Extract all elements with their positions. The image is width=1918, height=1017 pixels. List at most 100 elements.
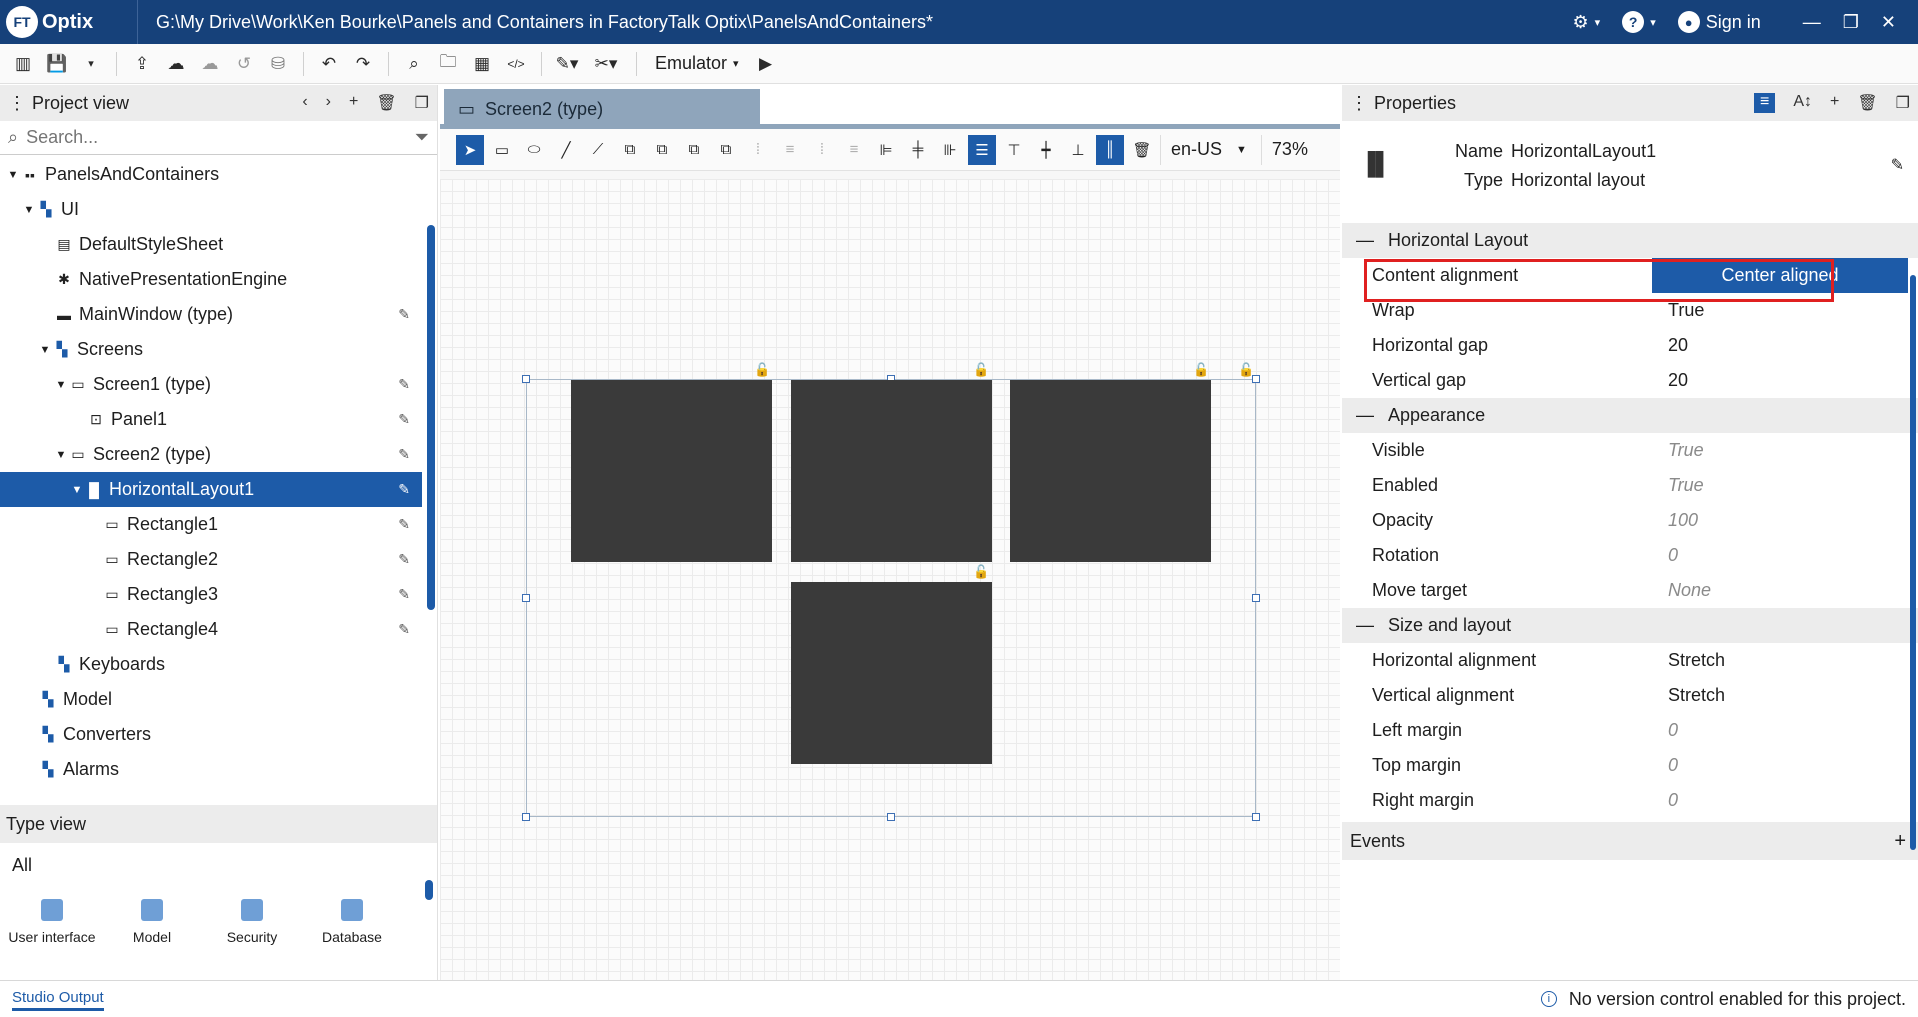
sign-in-button[interactable]: ● Sign in [1677, 11, 1761, 33]
rectangle3-shape[interactable] [1010, 380, 1211, 562]
prop-value[interactable]: True [1652, 440, 1918, 461]
help-menu[interactable]: ? ▾ [1622, 11, 1656, 33]
open-folder-button[interactable]: 🗀 [433, 49, 463, 79]
list-view-icon[interactable]: ≡ [1753, 93, 1776, 113]
collapse-icon[interactable]: — [1356, 405, 1374, 426]
rectangle1-shape[interactable] [571, 380, 772, 562]
prop-value[interactable]: Stretch [1652, 685, 1918, 706]
delete-tool[interactable]: 🗑 [1128, 135, 1156, 165]
undock-icon[interactable]: ❐ [1896, 93, 1910, 113]
section-size-and-layout[interactable]: — Size and layout [1342, 608, 1918, 643]
drag-handle-icon[interactable]: ⋮ [8, 93, 26, 114]
back-icon[interactable]: ‹ [302, 93, 307, 113]
type-view-filter[interactable]: All [0, 843, 437, 887]
line-tool[interactable]: ╱ [552, 135, 580, 165]
tree-item-defaultstylesheet[interactable]: ▤ DefaultStyleSheet [0, 227, 422, 262]
prop-value[interactable]: 0 [1652, 720, 1918, 741]
section-appearance[interactable]: — Appearance [1342, 398, 1918, 433]
unlock-icon[interactable]: 🔓 [754, 363, 770, 377]
prop-value[interactable]: Stretch [1652, 650, 1918, 671]
collapse-icon[interactable]: — [1356, 230, 1374, 251]
distribute-h-tool[interactable]: ⁞ [744, 135, 772, 165]
search-input[interactable] [26, 127, 407, 148]
library-button[interactable]: ▦ [467, 49, 497, 79]
edit-icon[interactable]: ✎ [398, 551, 410, 568]
save-menu-button[interactable]: ▾ [76, 49, 106, 79]
restore-button[interactable]: ❐ [1843, 12, 1859, 33]
undock-icon[interactable]: ❐ [415, 93, 429, 113]
edit-icon[interactable]: ✎ [398, 411, 410, 428]
type-view-scrollbar[interactable] [425, 880, 433, 900]
prop-horizontal-gap[interactable]: Horizontal gap 20 [1342, 328, 1918, 363]
unlock-icon[interactable]: 🔓 [1238, 363, 1254, 377]
add-event-icon[interactable]: + [1894, 830, 1906, 853]
resize-handle[interactable] [522, 375, 530, 383]
tree-item-horizontallayout1[interactable]: ▼ ▐▌ HorizontalLayout1 ✎ [0, 472, 422, 507]
prop-value[interactable]: True [1652, 475, 1918, 496]
minimize-button[interactable]: — [1803, 12, 1821, 33]
edit-icon[interactable]: ✎ [398, 306, 410, 323]
rectangle4-shape[interactable] [791, 582, 992, 764]
resize-handle[interactable] [1252, 813, 1260, 821]
collapse-icon[interactable]: — [1356, 615, 1374, 636]
align-bottom-tool[interactable]: ⊥ [1064, 135, 1092, 165]
prop-value[interactable]: 0 [1652, 545, 1918, 566]
edit-icon[interactable]: ✎ [398, 516, 410, 533]
resize-handle[interactable] [887, 813, 895, 821]
code-button[interactable]: </> [501, 49, 531, 79]
tree-item-nativepresentationengine[interactable]: ✱ NativePresentationEngine [0, 262, 422, 297]
prop-enabled[interactable]: Enabled True [1342, 468, 1918, 503]
prop-value[interactable]: 0 [1652, 790, 1918, 811]
align-right-tool[interactable]: ⊪ [936, 135, 964, 165]
tree-item-mainwindow[interactable]: ▬ MainWindow (type) ✎ [0, 297, 422, 332]
add-icon[interactable]: + [349, 93, 358, 113]
type-item-model[interactable]: Model [108, 899, 196, 945]
redo-button[interactable]: ↷ [348, 49, 378, 79]
forward-icon[interactable]: › [326, 93, 331, 113]
unlock-icon[interactable]: 🔓 [973, 565, 989, 579]
tree-item-screen2[interactable]: ▼ ▭ Screen2 (type) ✎ [0, 437, 422, 472]
caret-down-icon[interactable]: ▼ [38, 344, 52, 356]
name-value[interactable]: HorizontalLayout1 [1511, 141, 1656, 161]
layout-toggle-button[interactable]: ▥ [8, 49, 38, 79]
align-stretch-h-tool[interactable]: ☰ [968, 134, 996, 165]
edit-icon[interactable]: ✎ [398, 446, 410, 463]
unlock-icon[interactable]: 🔓 [973, 363, 989, 377]
caret-down-icon[interactable]: ▼ [54, 379, 68, 391]
align-left-tool[interactable]: ⊫ [872, 135, 900, 165]
align-middle-tool[interactable]: ┿ [1032, 135, 1060, 165]
order-forward-tool[interactable]: ⧉ [648, 135, 676, 165]
edit-icon[interactable]: ✎ [398, 376, 410, 393]
unlock-icon[interactable]: 🔓 [1193, 363, 1209, 377]
history-button[interactable]: ↺ [229, 49, 259, 79]
save-button[interactable]: 💾 [42, 49, 72, 79]
database-button[interactable]: ⛁ [263, 49, 293, 79]
search-button[interactable]: ⌕ [399, 49, 429, 79]
resize-handle[interactable] [522, 594, 530, 602]
align-center-tool[interactable]: ╪ [904, 135, 932, 165]
tree-item-converters[interactable]: ▚ Converters [0, 717, 422, 752]
order-back-tool[interactable]: ⧉ [712, 135, 740, 165]
caret-down-icon[interactable]: ▼ [6, 169, 20, 181]
prop-value[interactable]: 0 [1652, 755, 1918, 776]
prop-rotation[interactable]: Rotation 0 [1342, 538, 1918, 573]
prop-move-target[interactable]: Move target None [1342, 573, 1918, 608]
prop-visible[interactable]: Visible True [1342, 433, 1918, 468]
design-canvas[interactable]: 🔓 🔓 🔓 🔓 🔓 [440, 179, 1340, 980]
tree-item-screens[interactable]: ▼ ▚ Screens [0, 332, 422, 367]
select-tool[interactable]: ➤ [456, 134, 484, 165]
close-button[interactable]: ✕ [1881, 12, 1896, 33]
tree-item-keyboards[interactable]: ▚ Keyboards [0, 647, 422, 682]
prop-horizontal-alignment[interactable]: Horizontal alignment Stretch [1342, 643, 1918, 678]
delete-icon[interactable]: 🗑 [1857, 93, 1877, 113]
prop-content-alignment[interactable]: Content alignment Center aligned [1342, 258, 1918, 302]
prop-opacity[interactable]: Opacity 100 [1342, 503, 1918, 538]
tree-item-rectangle1[interactable]: ▭ Rectangle1 ✎ [0, 507, 422, 542]
ellipse-tool[interactable]: ⬭ [520, 135, 548, 165]
deploy-button[interactable]: ⇪ [127, 49, 157, 79]
prop-vertical-gap[interactable]: Vertical gap 20 [1342, 363, 1918, 398]
tree-item-rectangle4[interactable]: ▭ Rectangle4 ✎ [0, 612, 422, 647]
studio-output-tab[interactable]: Studio Output [12, 987, 104, 1011]
section-horizontal-layout[interactable]: — Horizontal Layout [1342, 223, 1918, 258]
prop-value[interactable]: 100 [1652, 510, 1918, 531]
